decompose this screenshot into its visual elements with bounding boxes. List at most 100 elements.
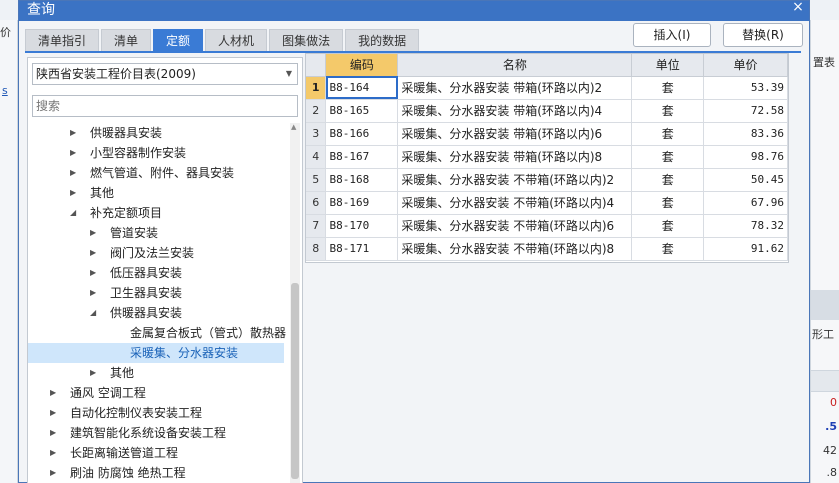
- scrollbar-thumb[interactable]: [291, 283, 299, 479]
- collapsed-arrow-icon[interactable]: ▶: [70, 143, 76, 163]
- cell-unit[interactable]: 套: [631, 168, 705, 192]
- cell-price[interactable]: 91.62: [703, 237, 788, 261]
- tree-item[interactable]: 采暖集、分水器安装: [28, 343, 284, 363]
- tree-item[interactable]: ▶ 低压器具安装: [28, 263, 284, 283]
- cell-price[interactable]: 98.76: [703, 145, 788, 169]
- cell-code[interactable]: B8-166: [325, 122, 399, 146]
- table-row[interactable]: 1 B8-164 采暖集、分水器安装 带箱(环路以内)2 套 53.39: [306, 76, 788, 100]
- collapsed-arrow-icon[interactable]: ▶: [90, 243, 96, 263]
- collapsed-arrow-icon[interactable]: ▶: [90, 263, 96, 283]
- table-row[interactable]: 5 B8-168 采暖集、分水器安装 不带箱(环路以内)2 套 50.45: [306, 168, 788, 192]
- row-number[interactable]: 1: [306, 76, 327, 100]
- collapsed-arrow-icon[interactable]: ▶: [50, 403, 56, 423]
- cell-price[interactable]: 83.36: [703, 122, 788, 146]
- cell-price[interactable]: 72.58: [703, 99, 788, 123]
- collapsed-arrow-icon[interactable]: ▶: [50, 463, 56, 483]
- close-icon[interactable]: ×: [787, 0, 809, 17]
- scroll-up-icon[interactable]: ▲: [291, 123, 296, 131]
- cell-code[interactable]: B8-171: [325, 237, 399, 261]
- table-row[interactable]: 6 B8-169 采暖集、分水器安装 不带箱(环路以内)4 套 67.96: [306, 191, 788, 215]
- cell-code[interactable]: B8-165: [325, 99, 399, 123]
- tree-item[interactable]: ◢ 供暖器具安装: [28, 303, 284, 323]
- collapsed-arrow-icon[interactable]: ▶: [70, 123, 76, 143]
- cell-unit[interactable]: 套: [631, 145, 705, 169]
- tree-item[interactable]: ▶ 建筑智能化系统设备安装工程: [28, 423, 284, 443]
- insert-button[interactable]: 插入(I): [633, 23, 711, 47]
- tree-item[interactable]: ▶ 供暖器具安装: [28, 123, 284, 143]
- tree-item[interactable]: ▶ 其他: [28, 363, 284, 383]
- table-row[interactable]: 3 B8-166 采暖集、分水器安装 带箱(环路以内)6 套 83.36: [306, 122, 788, 146]
- table-row[interactable]: 2 B8-165 采暖集、分水器安装 带箱(环路以内)4 套 72.58: [306, 99, 788, 123]
- cell-unit[interactable]: 套: [631, 76, 705, 100]
- collapsed-arrow-icon[interactable]: ▶: [90, 223, 96, 243]
- cell-name[interactable]: 采暖集、分水器安装 带箱(环路以内)6: [397, 122, 633, 146]
- column-header-unit[interactable]: 单位: [631, 54, 705, 77]
- row-number[interactable]: 6: [306, 191, 327, 215]
- library-select[interactable]: 陕西省安装工程价目表(2009) ▼: [32, 63, 298, 85]
- cell-code[interactable]: B8-167: [325, 145, 399, 169]
- tree-item[interactable]: ▶ 刷油 防腐蚀 绝热工程: [28, 463, 284, 483]
- row-number[interactable]: 3: [306, 122, 327, 146]
- cell-unit[interactable]: 套: [631, 191, 705, 215]
- collapsed-arrow-icon[interactable]: ▶: [70, 163, 76, 183]
- collapsed-arrow-icon[interactable]: ▶: [50, 443, 56, 463]
- tab-2[interactable]: 定额: [153, 29, 204, 51]
- tree-item[interactable]: ▶ 长距离输送管道工程: [28, 443, 284, 463]
- expanded-arrow-icon[interactable]: ◢: [70, 203, 76, 223]
- expanded-arrow-icon[interactable]: ◢: [90, 303, 96, 323]
- cell-name[interactable]: 采暖集、分水器安装 带箱(环路以内)4: [397, 99, 633, 123]
- cell-unit[interactable]: 套: [631, 99, 705, 123]
- cell-code[interactable]: B8-164: [325, 76, 399, 100]
- row-number[interactable]: 5: [306, 168, 327, 192]
- row-number[interactable]: 4: [306, 145, 327, 169]
- row-number[interactable]: 8: [306, 237, 327, 261]
- column-header-price[interactable]: 单价: [703, 54, 788, 77]
- cell-price[interactable]: 78.32: [703, 214, 788, 238]
- cell-code[interactable]: B8-170: [325, 214, 399, 238]
- cell-name[interactable]: 采暖集、分水器安装 不带箱(环路以内)6: [397, 214, 633, 238]
- collapsed-arrow-icon[interactable]: ▶: [50, 383, 56, 403]
- cell-name[interactable]: 采暖集、分水器安装 不带箱(环路以内)8: [397, 237, 633, 261]
- tree-scrollbar[interactable]: ▲: [290, 123, 300, 483]
- tree-item[interactable]: ▶ 小型容器制作安装: [28, 143, 284, 163]
- dialog-titlebar[interactable]: 查询 ×: [19, 0, 809, 21]
- search-input[interactable]: [32, 95, 298, 117]
- cell-code[interactable]: B8-168: [325, 168, 399, 192]
- cell-unit[interactable]: 套: [631, 122, 705, 146]
- tab-3[interactable]: 人材机: [205, 29, 268, 51]
- chevron-down-icon[interactable]: ▼: [286, 64, 292, 84]
- table-row[interactable]: 7 B8-170 采暖集、分水器安装 不带箱(环路以内)6 套 78.32: [306, 214, 788, 238]
- cell-name[interactable]: 采暖集、分水器安装 不带箱(环路以内)4: [397, 191, 633, 215]
- tree-item[interactable]: ▶ 燃气管道、附件、器具安装: [28, 163, 284, 183]
- cell-name[interactable]: 采暖集、分水器安装 带箱(环路以内)2: [397, 76, 633, 100]
- cell-price[interactable]: 50.45: [703, 168, 788, 192]
- collapsed-arrow-icon[interactable]: ▶: [90, 283, 96, 303]
- tree-item[interactable]: ▶ 卫生器具安装: [28, 283, 284, 303]
- table-row[interactable]: 8 B8-171 采暖集、分水器安装 不带箱(环路以内)8 套 91.62: [306, 237, 788, 261]
- column-header-code[interactable]: 编码: [325, 54, 399, 77]
- collapsed-arrow-icon[interactable]: ▶: [50, 423, 56, 443]
- row-number[interactable]: 2: [306, 99, 327, 123]
- tab-5[interactable]: 我的数据: [345, 29, 420, 51]
- background-left-link[interactable]: s: [2, 84, 8, 97]
- collapsed-arrow-icon[interactable]: ▶: [90, 363, 96, 383]
- tree-item[interactable]: ▶ 管道安装: [28, 223, 284, 243]
- cell-unit[interactable]: 套: [631, 214, 705, 238]
- tree-item[interactable]: ◢ 补充定额项目: [28, 203, 284, 223]
- collapsed-arrow-icon[interactable]: ▶: [70, 183, 76, 203]
- tree-item[interactable]: ▶ 其他: [28, 183, 284, 203]
- tab-1[interactable]: 清单: [101, 29, 152, 51]
- row-number[interactable]: 7: [306, 214, 327, 238]
- cell-code[interactable]: B8-169: [325, 191, 399, 215]
- replace-button[interactable]: 替换(R): [723, 23, 803, 47]
- tree-item[interactable]: 金属复合板式（管式）散热器: [28, 323, 286, 343]
- tree-item[interactable]: ▶ 自动化控制仪表安装工程: [28, 403, 284, 423]
- column-header-name[interactable]: 名称: [397, 54, 633, 77]
- tree-item[interactable]: ▶ 阀门及法兰安装: [28, 243, 284, 263]
- table-row[interactable]: 4 B8-167 采暖集、分水器安装 带箱(环路以内)8 套 98.76: [306, 145, 788, 169]
- tab-0[interactable]: 清单指引: [25, 29, 100, 51]
- cell-unit[interactable]: 套: [631, 237, 705, 261]
- cell-price[interactable]: 53.39: [703, 76, 788, 100]
- tab-4[interactable]: 图集做法: [269, 29, 344, 51]
- cell-name[interactable]: 采暖集、分水器安装 带箱(环路以内)8: [397, 145, 633, 169]
